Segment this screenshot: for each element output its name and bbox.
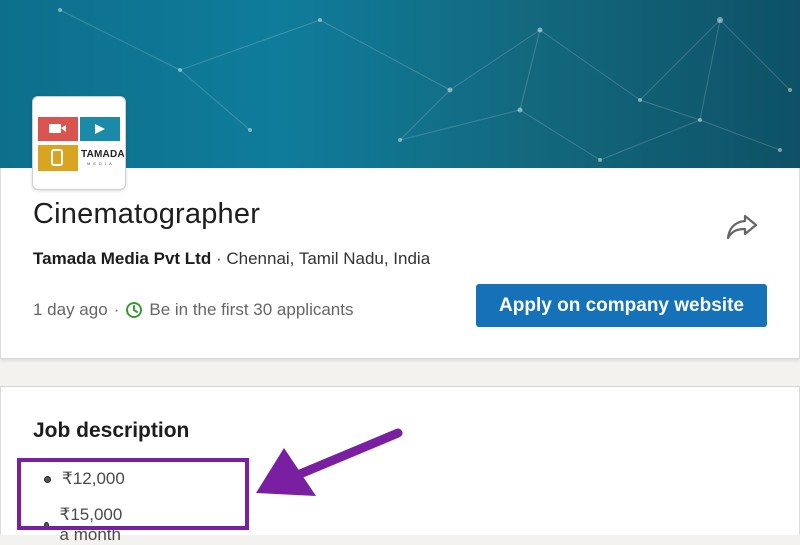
clock-icon	[125, 301, 143, 319]
share-button[interactable]	[722, 207, 762, 247]
share-arrow-icon	[726, 214, 758, 240]
job-title: Cinematographer	[33, 198, 261, 230]
company-name-link[interactable]: Tamada Media Pvt Ltd	[33, 249, 211, 268]
separator-dot: ·	[113, 300, 120, 319]
applicants-count: Be in the first 30 applicants	[149, 300, 354, 319]
job-meta: 1 day ago · Be in the first 30 applicant…	[33, 300, 353, 320]
highlight-box	[17, 458, 249, 530]
logo-subtext: MEDIA	[87, 161, 115, 166]
separator-dot: ·	[215, 249, 222, 268]
job-location: Chennai, Tamil Nadu, India	[226, 249, 431, 268]
logo-text: TAMADA	[81, 149, 125, 160]
apply-button[interactable]: Apply on company website	[476, 284, 767, 327]
company-location: Tamada Media Pvt Ltd · Chennai, Tamil Na…	[33, 246, 453, 271]
tamada-logo-icon	[38, 117, 120, 171]
posted-time: 1 day ago	[33, 300, 108, 319]
company-logo[interactable]: TAMADA MEDIA	[32, 96, 126, 190]
job-description-heading: Job description	[33, 419, 190, 442]
